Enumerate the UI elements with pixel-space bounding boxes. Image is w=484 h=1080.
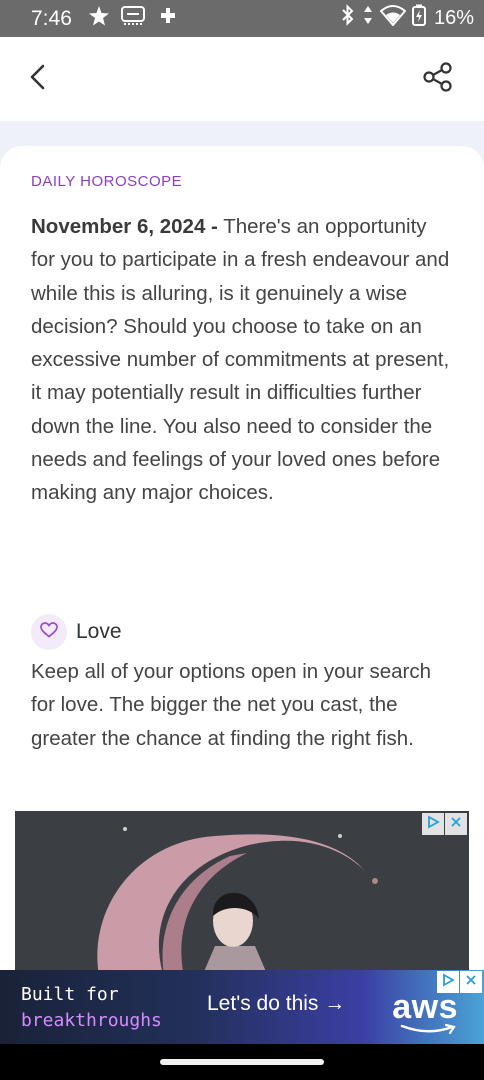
- bottom-ad-close-button[interactable]: [460, 971, 482, 993]
- app-bar: [0, 37, 484, 121]
- ad-choices-icon: [441, 972, 455, 992]
- bottom-banner-ad[interactable]: Built for breakthroughs Let's do this → …: [0, 970, 484, 1044]
- star-icon: [88, 5, 110, 32]
- bluetooth-icon: [340, 4, 356, 32]
- horoscope-body: There's an opportunity for you to partic…: [31, 215, 450, 505]
- wifi-icon: [379, 4, 407, 32]
- bottom-ad-line2: breakthroughs: [21, 1010, 162, 1031]
- love-title: Love: [76, 620, 122, 643]
- heart-icon: [40, 621, 58, 643]
- horoscope-date: November 6, 2024 -: [31, 215, 218, 238]
- ad-artwork: [15, 811, 469, 971]
- bottom-ad-line1: Built for: [21, 984, 119, 1005]
- section-label: DAILY HOROSCOPE: [31, 173, 183, 190]
- status-time: 7:46: [31, 7, 72, 30]
- ad-image[interactable]: [15, 811, 469, 971]
- love-icon-badge: [31, 614, 67, 650]
- ad-info-button[interactable]: [422, 813, 444, 835]
- close-icon: [465, 973, 477, 991]
- status-icons-left: [88, 5, 180, 32]
- battery-icon: [411, 4, 426, 32]
- love-section-header: Love: [31, 614, 122, 650]
- chevron-left-icon: [27, 63, 49, 96]
- status-icons-right: 16%: [340, 4, 474, 32]
- bottom-ad-info-button[interactable]: [437, 971, 459, 993]
- share-icon: [422, 61, 454, 98]
- status-bar: 7:46 16%: [0, 0, 484, 37]
- bottom-ad-tagline: Built for breakthroughs: [21, 982, 162, 1034]
- home-gesture-pill[interactable]: [160, 1059, 324, 1065]
- data-arrows-icon: [362, 4, 374, 32]
- back-button[interactable]: [18, 59, 58, 99]
- battery-percent: 16%: [433, 6, 474, 29]
- horoscope-text: November 6, 2024 - There's an opportunit…: [31, 210, 456, 510]
- bottom-ad-cta[interactable]: Let's do this →: [207, 992, 345, 1016]
- love-text: Keep all of your options open in your se…: [31, 660, 432, 750]
- bottom-ad-choices: [436, 971, 482, 993]
- app-notification-icon: [120, 5, 146, 32]
- ad-close-button[interactable]: [445, 813, 467, 835]
- game-controller-icon: [156, 5, 180, 32]
- ad-choices: [421, 813, 467, 835]
- navigation-bar: [0, 1044, 484, 1080]
- share-button[interactable]: [418, 59, 458, 99]
- close-icon: [450, 815, 462, 833]
- ad-choices-icon: [426, 814, 440, 834]
- aws-smile-icon: [400, 1022, 458, 1040]
- horoscope-card: DAILY HOROSCOPE November 6, 2024 - There…: [0, 146, 484, 1046]
